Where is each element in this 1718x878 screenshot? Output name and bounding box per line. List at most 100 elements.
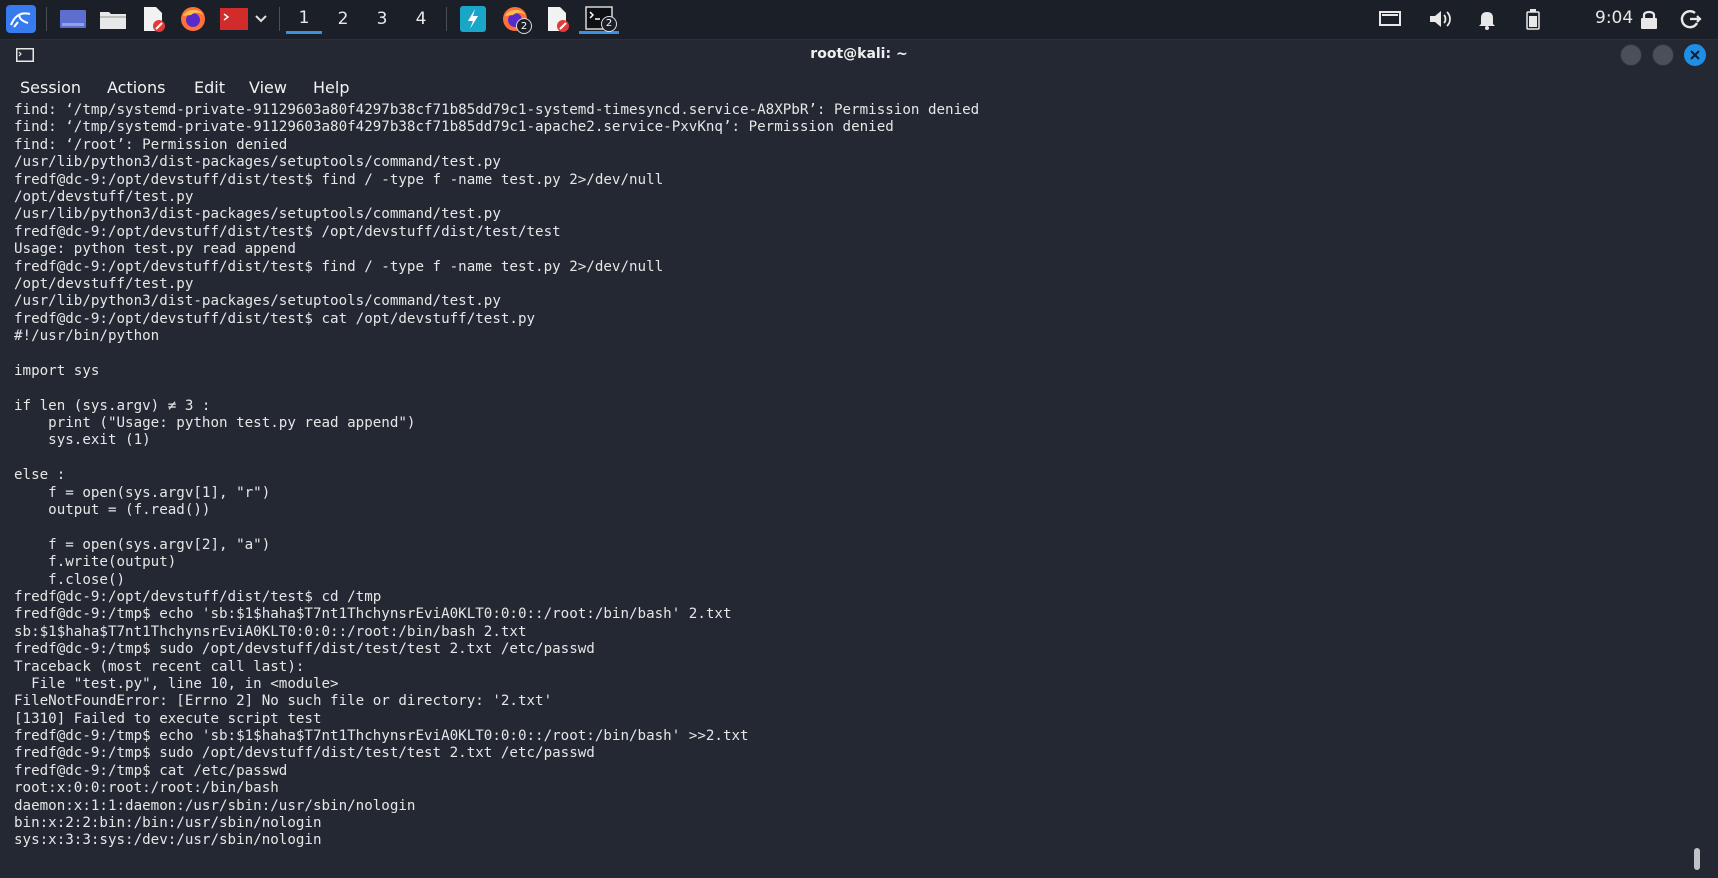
terminal-line: /usr/lib/python3/dist-packages/setuptool… [14,154,501,171]
firefox-icon [181,7,205,31]
firefox-window-icon-wrap: 2 [502,6,532,34]
terminal-line: [1310] Failed to execute script test [14,710,322,727]
workspace-4[interactable]: 4 [403,4,439,34]
volume-button[interactable] [1426,4,1454,34]
text-editor-button[interactable] [136,4,170,34]
app-blue-icon [460,6,486,32]
display-button[interactable] [1376,4,1404,34]
menu-view[interactable]: View [249,78,287,97]
firefox-button[interactable] [176,4,210,34]
display-icon [1379,11,1401,26]
terminal-line: print ("Usage: python test.py read appen… [14,415,416,432]
terminal-line: else : [14,467,66,484]
text-editor-window-button[interactable] [540,4,574,34]
terminal-line: fredf@dc-9:/tmp$ echo 'sb:$1$haha$T7nt1T… [14,606,732,623]
chevron-down-icon [255,15,267,23]
show-desktop-button[interactable] [56,4,90,34]
text-editor-icon [144,7,165,32]
maximize-button[interactable] [1652,44,1674,66]
notifications-button[interactable] [1474,4,1500,34]
menu-actions[interactable]: Actions [107,78,165,97]
terminal-line: fredf@dc-9:/opt/devstuff/dist/test$ /opt… [14,223,561,240]
close-button[interactable] [1684,44,1706,66]
terminal-line: fredf@dc-9:/tmp$ echo 'sb:$1$haha$T7nt1T… [14,728,749,745]
app-blue-button[interactable] [456,4,490,34]
terminal-line: FileNotFoundError: [Errno 2] No such fil… [14,693,553,710]
workspace-2[interactable]: 2 [325,4,361,34]
terminal-line: sb:$1$haha$T7nt1ThchynsrEviA0KLT0:0:0::/… [14,623,527,640]
text-editor-icon [548,7,569,32]
window-count-badge: 2 [516,18,532,34]
terminal-line: f.close() [14,571,126,588]
show-desktop-icon [60,10,86,28]
terminal-line: Traceback (most recent call last): [14,658,305,675]
terminal-line: #!/usr/bin/python [14,328,160,345]
terminal-line: /opt/devstuff/test.py [14,188,194,205]
terminal-line: fredf@dc-9:/opt/devstuff/dist/test$ cat … [14,310,536,327]
workspace-3[interactable]: 3 [364,4,400,34]
kali-menu-button[interactable] [4,4,38,34]
terminal-line: daemon:x:1:1:daemon:/usr/sbin:/usr/sbin/… [14,797,416,814]
terminal-window-button[interactable]: 2 [579,4,619,34]
terminal-line: f = open(sys.argv[1], "r") [14,484,271,501]
terminal-line: if len (sys.argv) ≠ 3 : [14,397,211,414]
terminal-line: f.write(output) [14,554,177,571]
terminal-line: fredf@dc-9:/opt/devstuff/dist/test$ cd /… [14,588,382,605]
volume-icon [1430,11,1451,27]
terminal-line: Usage: python test.py read append [14,241,296,258]
title-bar[interactable]: root@kali: ~ [0,40,1718,72]
workspace-1[interactable]: 1 [286,4,322,34]
separator [46,7,47,31]
terminal-line: File "test.py", line 10, in <module> [14,675,339,692]
terminal-line: import sys [14,362,100,379]
terminal-line: fredf@dc-9:/tmp$ sudo /opt/devstuff/dist… [14,745,595,762]
menu-bar: Session Actions Edit View Help [0,72,1718,102]
terminal-line: fredf@dc-9:/tmp$ cat /etc/passwd [14,762,288,779]
battery-button[interactable] [1522,4,1544,34]
terminal-red-icon [220,8,248,30]
terminal-line: find: ‘/root’: Permission denied [14,136,288,153]
terminal-window-icon-wrap: 2 [585,5,617,32]
menu-session[interactable]: Session [20,78,81,97]
terminal-output[interactable]: find: ‘/tmp/systemd-private-91129603a80f… [14,102,1684,874]
minimize-button[interactable] [1620,44,1642,66]
terminal-line: output = (f.read()) [14,501,211,518]
menu-edit[interactable]: Edit [194,78,225,97]
terminal-line: /usr/lib/python3/dist-packages/setuptool… [14,293,501,310]
terminal-line: root:x:0:0:root:/root:/bin/bash [14,780,279,797]
lock-icon [1641,10,1657,29]
taskbar: 1 2 3 4 2 2 9:04 [0,0,1718,40]
file-manager-icon [100,12,126,29]
terminal-line: find: ‘/tmp/systemd-private-91129603a80f… [14,102,980,118]
terminal-window: root@kali: ~ Session Actions Edit View H… [0,40,1718,878]
separator [279,7,280,31]
terminal-line: fredf@dc-9:/tmp$ sudo /opt/devstuff/dist… [14,641,595,658]
window-title: root@kali: ~ [810,46,908,62]
file-manager-button[interactable] [96,4,130,34]
lock-screen-button[interactable] [1636,4,1662,34]
terminal-line: f = open(sys.argv[2], "a") [14,536,271,553]
launcher-dropdown[interactable] [252,4,270,34]
terminal-line: /opt/devstuff/test.py [14,275,194,292]
menu-help[interactable]: Help [313,78,349,97]
terminal-line: find: ‘/tmp/systemd-private-91129603a80f… [14,119,894,136]
battery-icon [1526,9,1540,30]
scrollbar[interactable] [1694,848,1700,870]
bell-icon [1479,12,1495,30]
logout-button[interactable] [1678,4,1704,34]
close-icon [1690,50,1700,60]
clock[interactable]: 9:04 [1595,8,1633,28]
terminal-red-button[interactable] [218,4,250,34]
logout-icon [1680,10,1702,29]
terminal-line: sys:x:3:3:sys:/dev:/usr/sbin/nologin [14,832,322,849]
terminal-line: /usr/lib/python3/dist-packages/setuptool… [14,206,501,223]
separator [446,7,447,31]
terminal-line: fredf@dc-9:/opt/devstuff/dist/test$ find… [14,258,664,275]
window-count-badge: 2 [601,15,617,32]
kali-menu-icon [6,5,36,33]
firefox-window-button[interactable]: 2 [498,4,532,34]
